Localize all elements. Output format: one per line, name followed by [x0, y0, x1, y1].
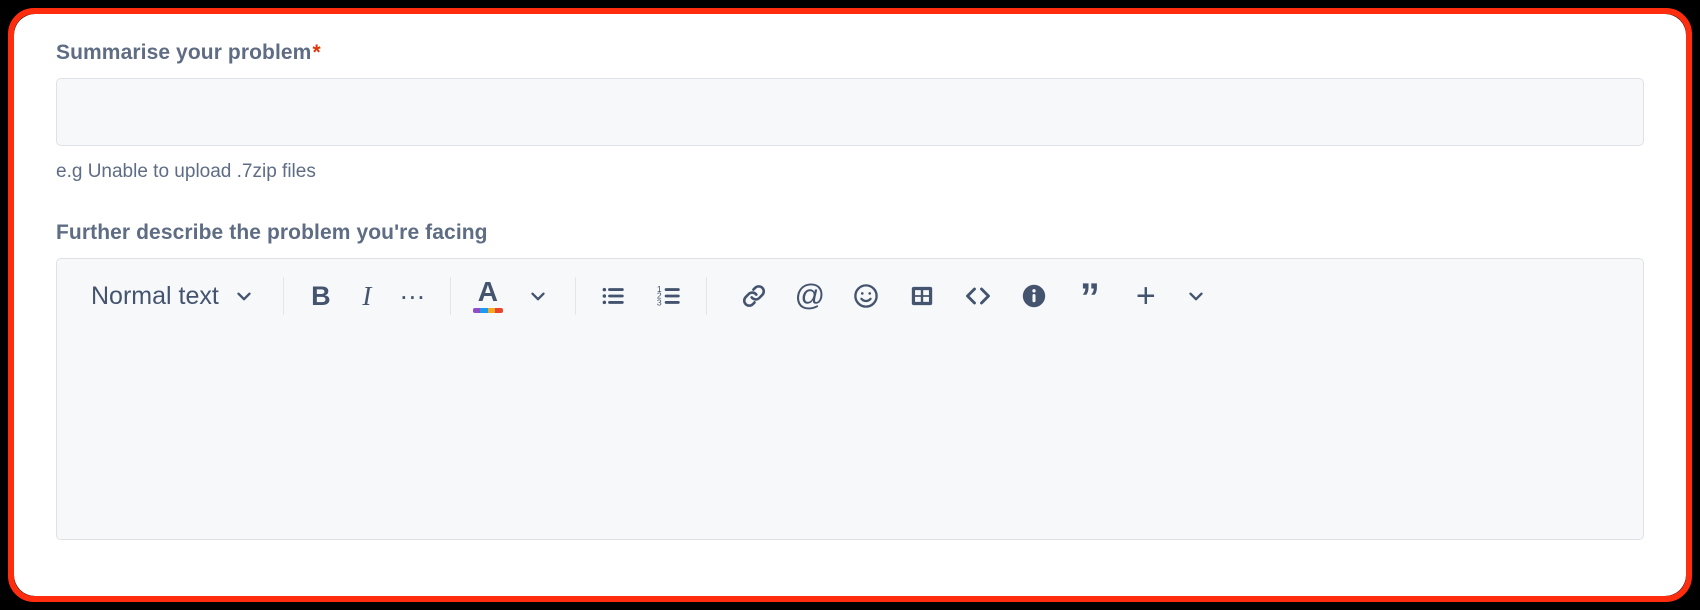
rich-text-editor: Normal text B I … A 1 2 3 @ ” + — [56, 258, 1644, 540]
bullet-list-button[interactable] — [590, 273, 636, 319]
bold-button[interactable]: B — [298, 273, 344, 319]
description-field-group: Further describe the problem you're faci… — [56, 220, 1644, 540]
text-color-letter: A — [477, 276, 498, 307]
link-icon — [740, 282, 768, 310]
summary-field-label: Summarise your problem* — [56, 40, 1644, 66]
plus-icon: + — [1135, 277, 1156, 315]
summary-label-text: Summarise your problem — [56, 41, 312, 64]
description-field-label: Further describe the problem you're faci… — [56, 221, 488, 244]
text-color-button[interactable]: A — [465, 273, 511, 319]
code-icon — [963, 281, 993, 311]
toolbar-separator — [574, 277, 576, 315]
text-color-icon: A — [472, 276, 503, 313]
insert-more-button[interactable]: + — [1123, 273, 1169, 319]
mention-at-icon: @ — [794, 279, 826, 312]
insert-more-dropdown-button[interactable] — [1173, 273, 1219, 319]
quote-button[interactable]: ” — [1067, 273, 1113, 319]
toolbar-group-lists: 1 2 3 — [590, 259, 692, 333]
text-color-dropdown-button[interactable] — [515, 273, 561, 319]
chevron-down-icon — [527, 285, 549, 307]
editor-toolbar: Normal text B I … A 1 2 3 @ ” + — [57, 259, 1643, 333]
summary-helper-text: e.g Unable to upload .7zip files — [56, 161, 316, 182]
info-circle-icon — [1020, 282, 1048, 310]
numbered-list-button[interactable]: 1 2 3 — [646, 273, 692, 319]
chevron-down-icon — [1185, 285, 1207, 307]
emoji-icon — [852, 282, 880, 310]
insert-more-combo: + — [1123, 273, 1219, 319]
block-type-dropdown[interactable]: Normal text — [69, 273, 269, 319]
mention-button[interactable]: @ — [787, 273, 833, 319]
code-button[interactable] — [955, 273, 1001, 319]
info-panel-button[interactable] — [1011, 273, 1057, 319]
block-type-label: Normal text — [91, 282, 219, 310]
toolbar-separator — [705, 277, 707, 315]
quote-icon: ” — [1079, 276, 1100, 320]
table-button[interactable] — [899, 273, 945, 319]
summary-field-group: Summarise your problem* e.g Unable to up… — [56, 40, 1644, 184]
toolbar-separator — [449, 277, 451, 315]
description-editor-content[interactable] — [57, 333, 1643, 539]
chevron-down-icon — [233, 285, 255, 307]
required-asterisk: * — [312, 41, 321, 64]
numbered-list-icon: 1 2 3 — [655, 282, 683, 310]
italic-icon: I — [362, 280, 372, 311]
toolbar-group-insert: @ ” + — [721, 259, 1219, 333]
svg-text:3: 3 — [657, 297, 662, 307]
table-icon — [909, 283, 935, 309]
ellipsis-icon: … — [398, 274, 427, 305]
form-card: Summarise your problem* e.g Unable to up… — [14, 14, 1686, 596]
bold-icon: B — [311, 280, 331, 311]
text-color-swatch-bar — [472, 308, 503, 313]
toolbar-group-text-color: A — [465, 259, 561, 333]
more-formatting-button[interactable]: … — [390, 273, 436, 319]
toolbar-separator — [282, 277, 284, 315]
bullet-list-icon — [599, 282, 627, 310]
italic-button[interactable]: I — [344, 273, 390, 319]
toolbar-group-text-format: B I … — [298, 259, 436, 333]
emoji-button[interactable] — [843, 273, 889, 319]
summary-input[interactable] — [56, 78, 1644, 146]
link-button[interactable] — [731, 273, 777, 319]
